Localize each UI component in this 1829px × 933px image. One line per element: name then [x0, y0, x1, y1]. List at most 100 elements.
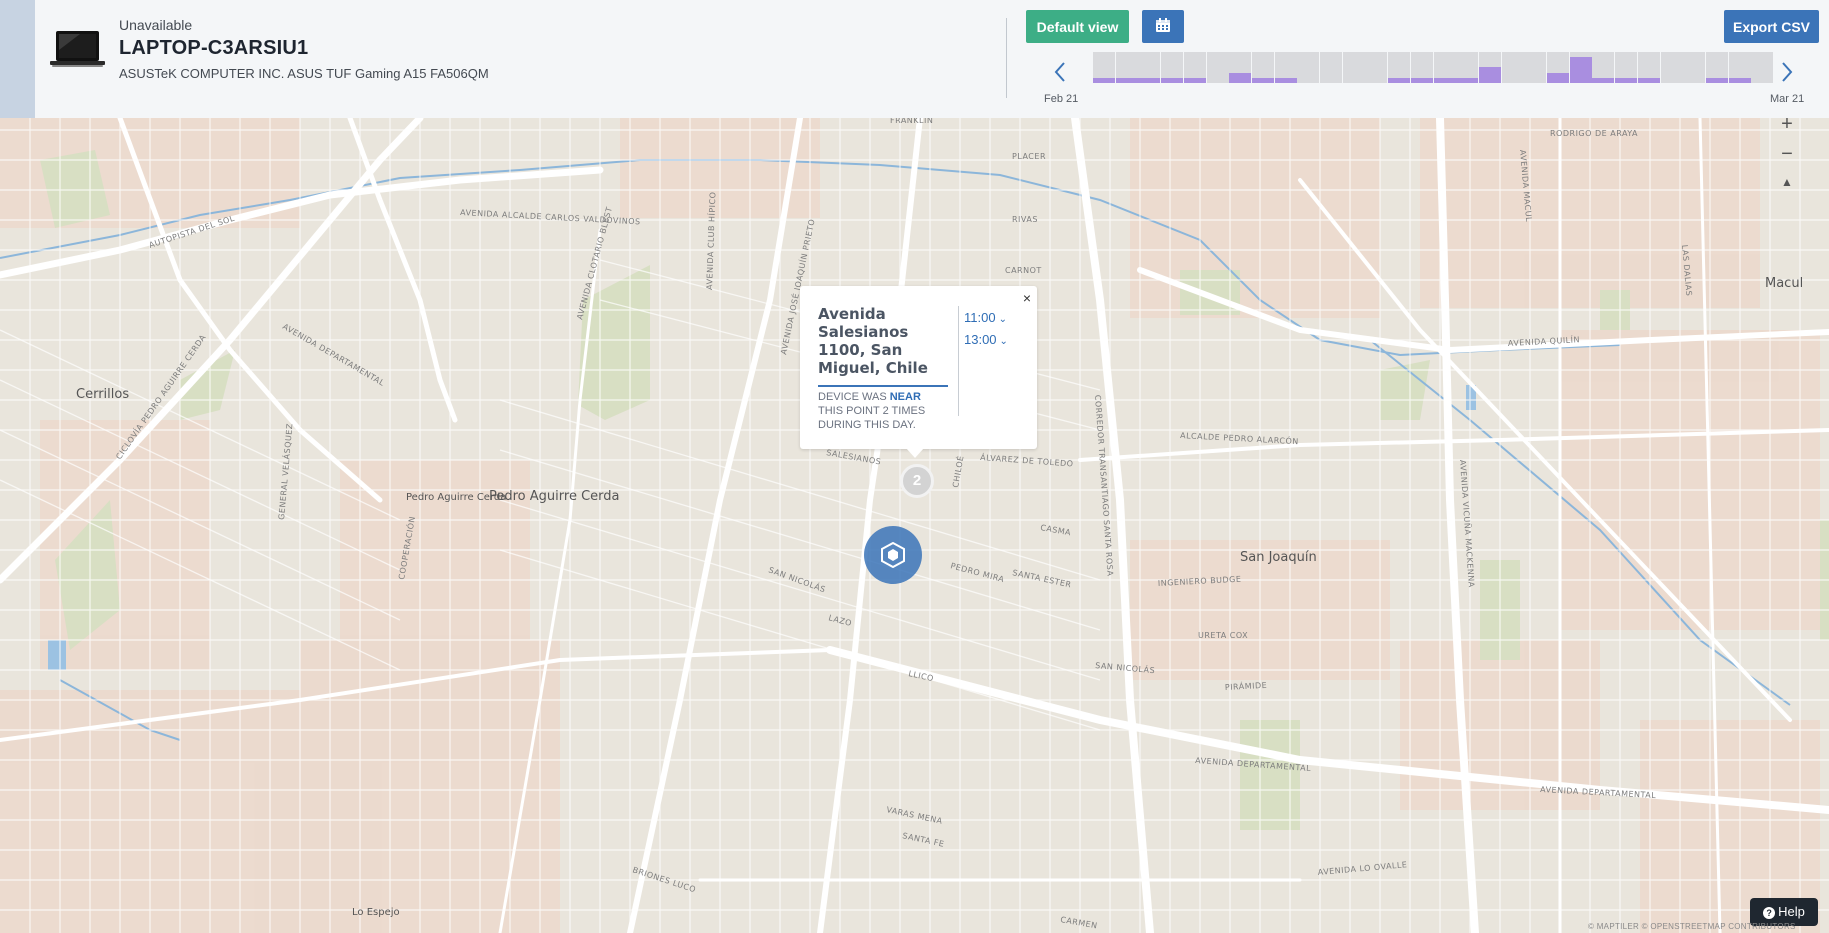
popup-note-prefix: DEVICE WAS: [818, 391, 887, 403]
timeline-day[interactable]: [1637, 52, 1660, 83]
popup-divider: [818, 385, 948, 387]
export-csv-button[interactable]: Export CSV: [1724, 10, 1819, 43]
timeline-day[interactable]: [1297, 52, 1320, 83]
timeline-day[interactable]: [1320, 52, 1342, 83]
label-cerrillos: Cerrillos: [76, 387, 129, 402]
chevron-right-icon[interactable]: [1775, 60, 1797, 84]
timeline-day[interactable]: [1365, 52, 1388, 83]
timeline-day[interactable]: [1751, 52, 1774, 83]
timeline-day[interactable]: [1569, 52, 1592, 83]
timeline-day-activity: [1592, 78, 1615, 83]
popup-tip: [906, 448, 924, 458]
timeline-day[interactable]: [1274, 52, 1297, 83]
street-carnot: CARNOT: [1005, 266, 1042, 275]
timeline-day-activity: [1705, 78, 1728, 83]
timeline-day-activity: [1388, 78, 1411, 83]
calendar-icon: [1156, 18, 1170, 32]
label-lo-espejo: Lo Espejo: [352, 907, 400, 918]
timeline-day[interactable]: [1183, 52, 1206, 83]
timeline-day[interactable]: [1547, 52, 1569, 83]
popup-time-2-label: 13:00: [964, 332, 997, 347]
header-divider: [1006, 18, 1007, 98]
page: Cerrillos Pedro Aguirre Cerda Pedro Agui…: [0, 0, 1829, 933]
device-status: Unavailable: [119, 17, 193, 33]
timeline-start-label: Feb 21: [1044, 93, 1079, 105]
timeline-day[interactable]: [1615, 52, 1638, 83]
map-attribution: © MAPTILER © OPENSTREETMAP CONTRIBUTORS: [1588, 922, 1796, 931]
location-popup: × Avenida Salesianos 1100, San Miguel, C…: [800, 286, 1037, 449]
timeline-day[interactable]: [1705, 52, 1728, 83]
timeline-day-activity: [1251, 78, 1274, 83]
timeline-day-activity: [1410, 78, 1433, 83]
popup-separator: [958, 306, 959, 416]
device-location-marker[interactable]: [864, 526, 922, 584]
popup-time-1-label: 11:00: [964, 310, 996, 325]
label-macul: Macul: [1765, 276, 1803, 291]
timeline-day[interactable]: [1478, 52, 1501, 83]
timeline-day-activity: [1637, 78, 1660, 83]
popup-time-2[interactable]: 13:00 ⌄: [964, 330, 1008, 352]
timeline-day-activity: [1433, 78, 1456, 83]
header: Unavailable LAPTOP-C3ARSIU1 ASUSTeK COMP…: [0, 0, 1829, 118]
timeline-day[interactable]: [1138, 52, 1161, 83]
laptop-icon: [50, 31, 105, 67]
calendar-button[interactable]: [1142, 10, 1184, 43]
timeline-day-activity: [1274, 78, 1297, 83]
header-accent: [0, 0, 35, 118]
popup-note-near: NEAR: [889, 391, 921, 403]
chevron-down-icon: ⌄: [999, 336, 1008, 347]
chevron-left-icon[interactable]: [1050, 60, 1072, 84]
location-cluster[interactable]: 2: [900, 464, 934, 498]
popup-times: 11:00 ⌄ 13:00 ⌄: [964, 308, 1008, 352]
street-ureta-cox: URETA COX: [1198, 631, 1248, 640]
timeline-day-activity: [1115, 78, 1138, 83]
hexagon-icon: [881, 542, 905, 568]
label-san-joaquin: San Joaquín: [1240, 550, 1317, 565]
map[interactable]: Cerrillos Pedro Aguirre Cerda Pedro Agui…: [0, 0, 1829, 933]
timeline-day[interactable]: [1524, 52, 1547, 83]
label-pedro-aguirre-cerda-small: Pedro Aguirre Cerda: [406, 492, 506, 503]
zoom-out-button[interactable]: −: [1775, 142, 1799, 166]
popup-note-suffix: THIS POINT 2 TIMES DURING THIS DAY.: [818, 405, 926, 431]
timeline-day[interactable]: [1342, 52, 1365, 83]
timeline-day[interactable]: [1388, 52, 1411, 83]
timeline-day[interactable]: [1229, 52, 1252, 83]
timeline-day-activity: [1161, 78, 1184, 83]
timeline-day[interactable]: [1093, 52, 1115, 83]
popup-time-1[interactable]: 11:00 ⌄: [964, 308, 1008, 330]
default-view-button[interactable]: Default view: [1026, 10, 1129, 43]
timeline-day-activity: [1547, 73, 1569, 83]
timeline-day[interactable]: [1456, 52, 1479, 83]
timeline-day[interactable]: [1728, 52, 1751, 83]
popup-note: DEVICE WAS NEAR THIS POINT 2 TIMES DURIN…: [818, 390, 948, 432]
street-placer: PLACER: [1012, 152, 1046, 161]
timeline-day-activity: [1569, 57, 1592, 83]
compass-icon[interactable]: ▲: [1775, 170, 1799, 194]
timeline-day-activity: [1456, 78, 1479, 83]
timeline-day[interactable]: [1115, 52, 1138, 83]
close-icon[interactable]: ×: [1023, 290, 1031, 306]
help-label: Help: [1778, 904, 1805, 919]
label-pedro-aguirre-cerda: Pedro Aguirre Cerda: [489, 489, 619, 504]
timeline-day-activity: [1728, 78, 1751, 83]
timeline-day[interactable]: [1206, 52, 1229, 83]
timeline-day[interactable]: [1683, 52, 1706, 83]
street-rivas: RIVAS: [1012, 215, 1038, 224]
street-rodrigo-de-araya: RODRIGO DE ARAYA: [1550, 129, 1638, 138]
popup-address: Avenida Salesianos 1100, San Miguel, Chi…: [818, 305, 928, 377]
timeline-day[interactable]: [1501, 52, 1524, 83]
timeline-day[interactable]: [1592, 52, 1615, 83]
timeline-day-activity: [1183, 78, 1206, 83]
timeline-day[interactable]: [1410, 52, 1433, 83]
timeline-day[interactable]: [1251, 52, 1274, 83]
timeline-day[interactable]: [1433, 52, 1456, 83]
timeline-end-label: Mar 21: [1770, 93, 1805, 105]
timeline-day[interactable]: [1161, 52, 1184, 83]
timeline-day-activity: [1138, 78, 1161, 83]
timeline-day-activity: [1478, 67, 1501, 83]
chevron-down-icon: ⌄: [998, 314, 1007, 325]
question-icon: ?: [1763, 907, 1776, 919]
activity-timeline[interactable]: [1093, 52, 1774, 83]
timeline-day-activity: [1093, 78, 1115, 83]
timeline-day[interactable]: [1660, 52, 1683, 83]
